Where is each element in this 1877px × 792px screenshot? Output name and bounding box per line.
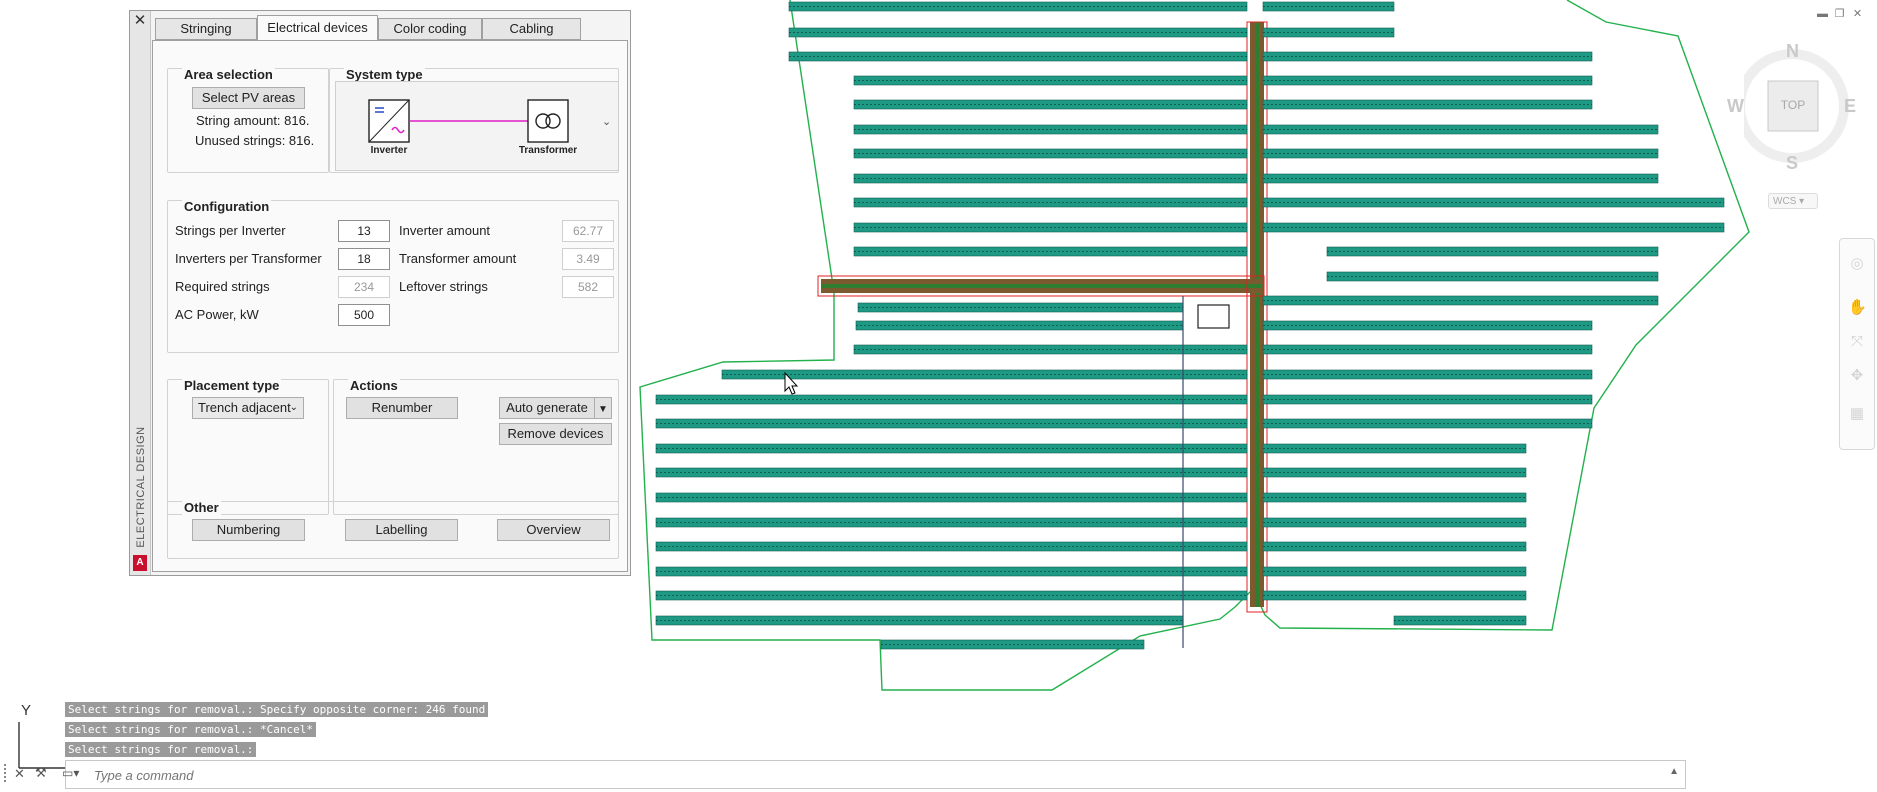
select-pv-areas-button[interactable]: Select PV areas: [192, 87, 305, 109]
command-line-grip[interactable]: [4, 764, 10, 782]
pv-table-row[interactable]: [655, 615, 1184, 626]
actions-title: Actions: [348, 378, 400, 393]
required-strings-field: 234: [338, 276, 390, 298]
autocad-logo-icon: A: [133, 555, 147, 571]
ucs-y-label: Y: [21, 702, 32, 719]
restore-icon[interactable]: ❐: [1833, 8, 1846, 21]
zoom-extents-icon[interactable]: ⤧: [1848, 333, 1866, 351]
showmotion-icon[interactable]: ▦: [1848, 405, 1866, 423]
ac-power-input[interactable]: 500: [338, 304, 390, 326]
tab-stringing[interactable]: Stringing: [155, 18, 257, 40]
transformer-amount-field: 3.49: [562, 248, 614, 270]
string-amount-text: String amount: 816.: [196, 113, 310, 128]
system-diagram: [368, 99, 569, 143]
required-strings-label: Required strings: [175, 279, 270, 294]
system-type-title: System type: [344, 67, 425, 82]
transformer-amount-label: Transformer amount: [399, 251, 517, 266]
chevron-down-icon: ⌄: [289, 402, 298, 413]
compass-west[interactable]: W: [1727, 96, 1744, 117]
tab-cabling[interactable]: Cabling: [482, 18, 581, 40]
system-type-selector[interactable]: Inverter Transformer ⌄: [335, 81, 619, 171]
minimize-icon[interactable]: ▬: [1816, 8, 1829, 21]
pv-table-row[interactable]: [880, 639, 1145, 650]
placement-type-title: Placement type: [182, 378, 282, 393]
wcs-label: WCS: [1773, 196, 1797, 207]
device-placeholder: [1197, 304, 1230, 329]
chevron-down-icon: ▾: [1799, 196, 1805, 207]
caret-down-icon: ▼: [598, 404, 608, 415]
navigation-bar[interactable]: ◎ ✋ ⤧ ✥ ▦: [1839, 238, 1875, 450]
configuration-title: Configuration: [182, 199, 272, 214]
tab-color-coding[interactable]: Color coding: [378, 18, 482, 40]
command-line: ▭▾ ▲: [62, 760, 1686, 789]
auto-generate-button[interactable]: Auto generate: [499, 397, 595, 419]
electrical-design-palette: ✕ ELECTRICAL DESIGN A Stringing Electric…: [129, 10, 631, 576]
placement-type-value: Trench adjacent: [198, 400, 291, 415]
wcs-dropdown[interactable]: WCS ▾: [1768, 193, 1818, 209]
palette-side-strip[interactable]: ✕ ELECTRICAL DESIGN A: [130, 11, 151, 575]
inverters-per-transformer-label: Inverters per Transformer: [175, 251, 322, 266]
compass-east[interactable]: E: [1844, 96, 1856, 117]
command-history-line: Select strings for removal.: *Cancel*: [65, 722, 317, 737]
chevron-up-icon[interactable]: ▲: [1669, 766, 1679, 777]
steering-wheel-icon[interactable]: ◎: [1848, 255, 1866, 273]
placement-type-dropdown[interactable]: Trench adjacent ⌄: [192, 397, 304, 419]
area-selection-title: Area selection: [182, 67, 275, 82]
viewcube-top-face[interactable]: TOP: [1768, 98, 1818, 112]
other-group: Other Numbering Labelling Overview: [167, 500, 619, 559]
pv-table-row[interactable]: [1262, 443, 1527, 454]
command-history-line: Select strings for removal.:: [65, 742, 257, 757]
system-type-group: System type Inverter Transformer ⌄: [329, 67, 619, 173]
ac-power-label: AC Power, kW: [175, 307, 259, 322]
strings-per-inverter-input[interactable]: 13: [338, 220, 390, 242]
remove-devices-button[interactable]: Remove devices: [499, 423, 612, 445]
pv-table-row[interactable]: [1262, 566, 1527, 577]
tab-electrical-devices[interactable]: Electrical devices: [257, 15, 378, 41]
area-selection-group: Area selection Select PV areas String am…: [167, 67, 329, 173]
close-icon[interactable]: ✕: [132, 11, 148, 31]
inverter-icon-label: Inverter: [370, 145, 408, 156]
orbit-icon[interactable]: ✥: [1848, 367, 1866, 385]
strings-per-inverter-label: Strings per Inverter: [175, 223, 286, 238]
leftover-strings-field: 582: [562, 276, 614, 298]
inverter-amount-label: Inverter amount: [399, 223, 491, 238]
pv-table-row[interactable]: [721, 369, 1248, 380]
pan-icon[interactable]: ✋: [1848, 299, 1867, 317]
pv-table-row[interactable]: [1262, 467, 1527, 478]
inverter-amount-field: 62.77: [562, 220, 614, 242]
configuration-group: Configuration Strings per Inverter 13 In…: [167, 199, 619, 353]
overview-button[interactable]: Overview: [497, 519, 610, 541]
other-title: Other: [182, 500, 221, 515]
tab-content: Area selection Select PV areas String am…: [152, 40, 628, 572]
pv-table-row[interactable]: [1262, 492, 1527, 503]
compass-south[interactable]: S: [1786, 153, 1798, 174]
compass-north[interactable]: N: [1786, 41, 1799, 62]
close-window-icon[interactable]: ✕: [1851, 8, 1864, 21]
pv-table-row[interactable]: [1262, 590, 1527, 601]
renumber-button[interactable]: Renumber: [346, 397, 458, 419]
inverters-per-transformer-input[interactable]: 18: [338, 248, 390, 270]
numbering-button[interactable]: Numbering: [192, 519, 305, 541]
pv-rows: [655, 1, 1725, 650]
transformer-icon-label: Transformer: [518, 145, 578, 156]
palette-title: ELECTRICAL DESIGN: [135, 426, 147, 548]
pv-table-row[interactable]: [1262, 517, 1527, 528]
command-history-line: Select strings for removal.: Specify opp…: [65, 702, 489, 717]
command-prompt-icon[interactable]: ▭▾: [62, 766, 79, 780]
customize-wrench-icon[interactable]: ⚒: [35, 765, 47, 781]
leftover-strings-label: Leftover strings: [399, 279, 488, 294]
placement-type-group: Placement type Trench adjacent ⌄: [167, 378, 329, 515]
command-input[interactable]: [92, 764, 1656, 787]
chevron-down-icon[interactable]: ⌄: [602, 115, 611, 128]
labelling-button[interactable]: Labelling: [345, 519, 458, 541]
pv-table-row[interactable]: [1262, 541, 1527, 552]
auto-generate-dropdown-button[interactable]: ▼: [594, 397, 612, 419]
close-command-line-icon[interactable]: ✕: [14, 766, 25, 782]
unused-strings-text: Unused strings: 816.: [195, 133, 315, 148]
actions-group: Actions Renumber Auto generate ▼ Remove …: [333, 378, 619, 515]
